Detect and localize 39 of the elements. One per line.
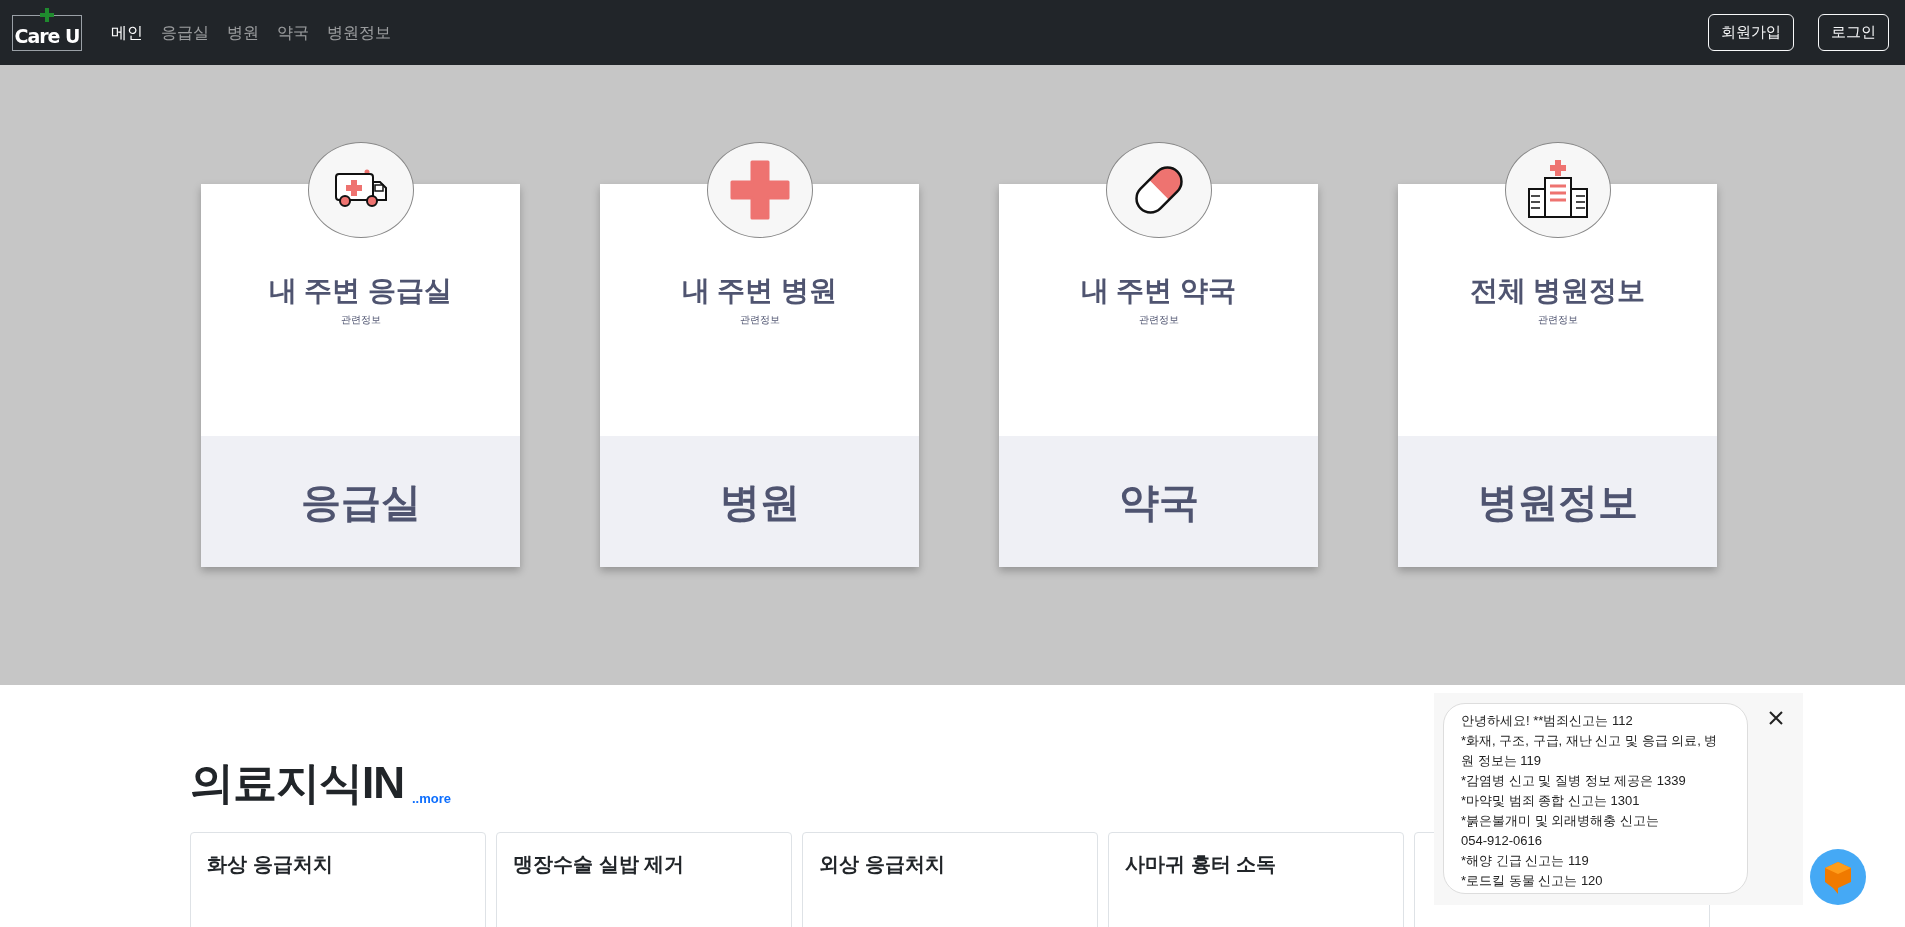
card-title: 내 주변 응급실 <box>267 274 454 308</box>
card-label: 약국 <box>1118 478 1199 526</box>
article-card[interactable]: 외상 응급처치 <box>802 832 1098 927</box>
card-subtitle: 관련정보 <box>339 313 382 327</box>
service-card[interactable]: 전체 병원정보 관련정보 병원정보 <box>1398 184 1717 567</box>
card-subtitle: 관련정보 <box>1536 313 1579 327</box>
nav-link[interactable]: 메인 <box>106 20 148 45</box>
chat-message: 안녕하세요! **범죄신고는 112 *화재, 구조, 구급, 재난 신고 및 응급 의료, 병원 정보는 119 *감염병 신고 및 질병 정보 제공은 1339 *마약및 범죄 종합 신고는 1301 *붉은불개미 및 외래병해충 신고는 054-912-0616 *해양 긴급 신고는 119 *로드킬 동물 신고는 120 <box>1443 703 1748 894</box>
login-button[interactable]: 로그인 <box>1818 14 1889 51</box>
service-card[interactable]: 내 주변 병원 관련정보 병원 <box>600 184 919 567</box>
card-label: 병원정보 <box>1477 478 1638 526</box>
nav-link[interactable]: 병원정보 <box>322 20 396 45</box>
article-title: 맹장수술 실밥 제거 <box>513 852 686 877</box>
service-card[interactable]: 내 주변 약국 관련정보 약국 <box>999 184 1318 567</box>
signup-button[interactable]: 회원가입 <box>1708 14 1794 51</box>
card-label: 응급실 <box>300 478 421 526</box>
service-card[interactable]: 내 주변 응급실 관련정보 응급실 <box>201 184 520 567</box>
card-title: 내 주변 약국 <box>1079 274 1238 308</box>
section-title: 의료지식IN <box>190 757 404 809</box>
card-subtitle: 관련정보 <box>1137 313 1180 327</box>
more-link[interactable]: ..more <box>412 788 451 808</box>
nav-link[interactable]: 병원 <box>222 20 264 45</box>
article-title: 화상 응급처치 <box>207 852 334 877</box>
logo[interactable]: Care U <box>12 14 82 51</box>
article-card[interactable]: 사마귀 흉터 소독 <box>1108 832 1404 927</box>
card-subtitle: 관련정보 <box>738 313 781 327</box>
nav-link[interactable]: 약국 <box>272 20 314 45</box>
cross-icon <box>729 160 790 220</box>
cross-icon <box>40 7 54 22</box>
article-title: 사마귀 흉터 소독 <box>1125 852 1278 877</box>
chat-launcher-button[interactable] <box>1810 849 1866 905</box>
card-title: 전체 병원정보 <box>1468 274 1647 308</box>
cube-icon <box>1823 860 1853 894</box>
article-title: 외상 응급처치 <box>819 852 946 877</box>
card-label: 병원 <box>719 478 800 526</box>
article-card[interactable]: 화상 응급처치 <box>190 832 486 927</box>
nav-link[interactable]: 응급실 <box>156 20 214 45</box>
card-title: 내 주변 병원 <box>680 274 839 308</box>
article-card[interactable]: 맹장수술 실밥 제거 <box>496 832 792 927</box>
